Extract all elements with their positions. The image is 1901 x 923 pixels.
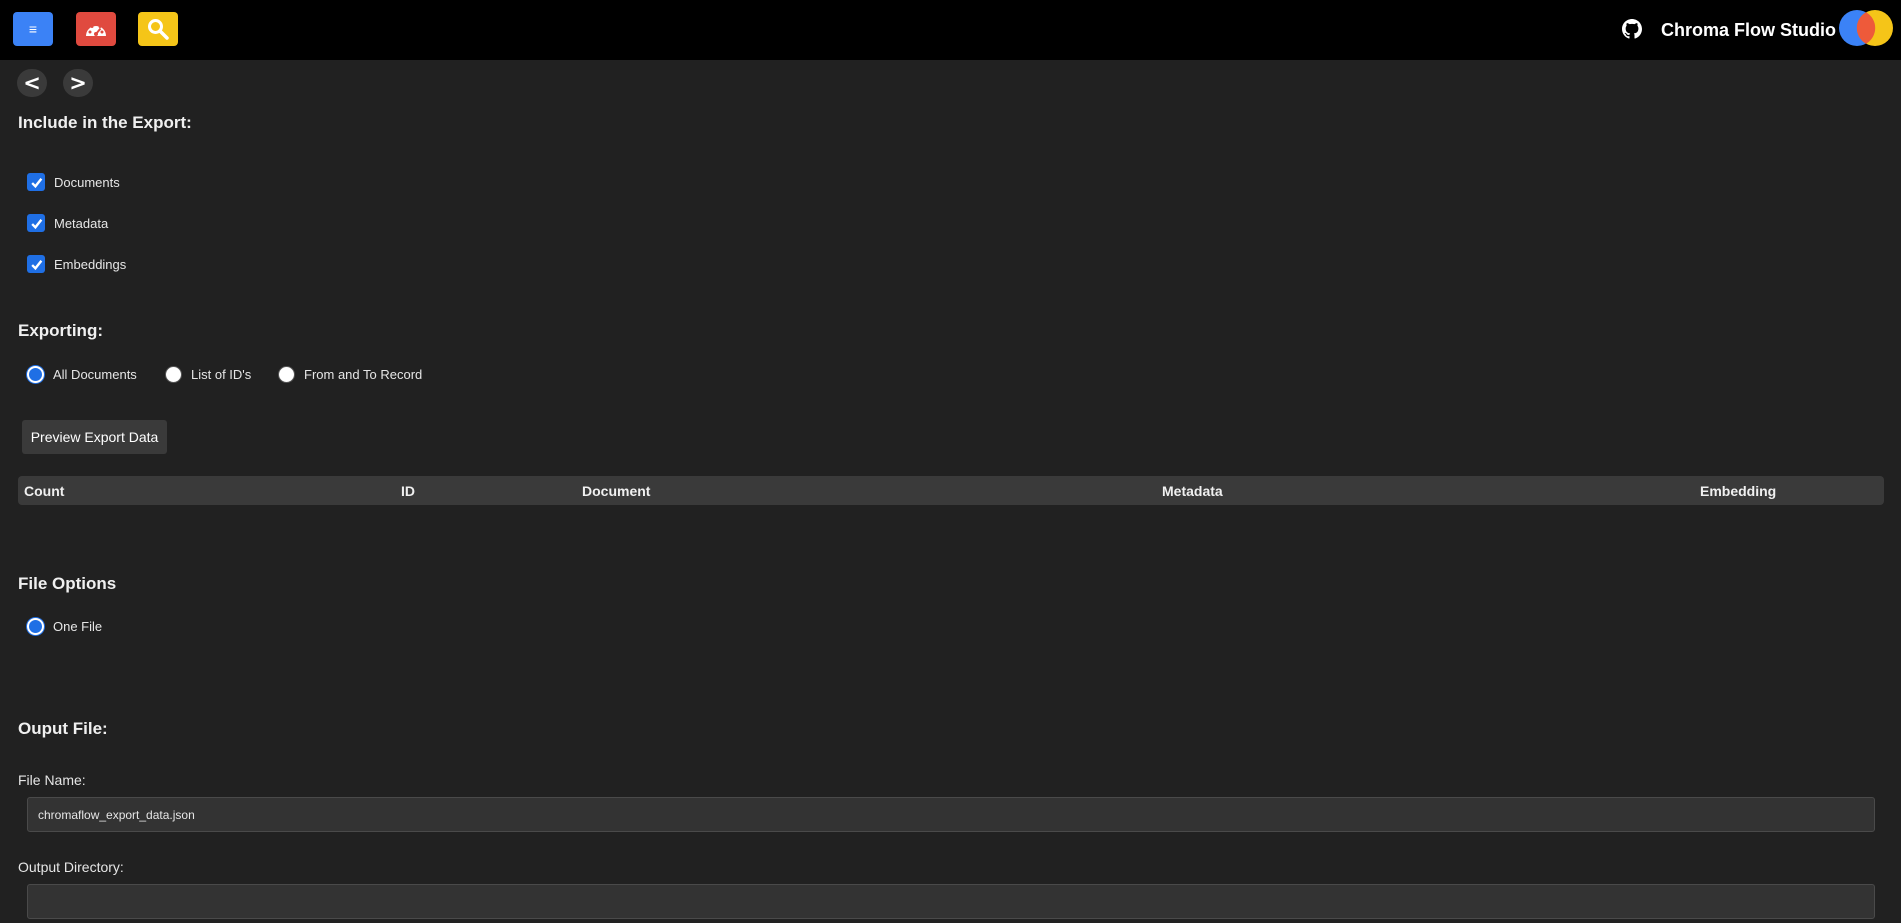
file-name-label: File Name: — [18, 772, 86, 788]
metadata-checkbox[interactable] — [27, 214, 45, 232]
top-bar: ≡ Chroma Flow Studio — [0, 0, 1901, 60]
check-icon — [30, 259, 42, 270]
github-icon[interactable] — [1622, 19, 1642, 39]
app-title: Chroma Flow Studio — [1661, 20, 1836, 40]
exporting-heading: Exporting: — [18, 321, 103, 340]
file-name-input[interactable]: chromaflow_export_data.json — [27, 797, 1875, 832]
documents-checkbox-row[interactable]: Documents — [27, 173, 120, 191]
column-header-embedding[interactable]: Embedding — [1700, 483, 1776, 499]
output-directory-input[interactable] — [27, 884, 1875, 919]
search-icon — [148, 19, 169, 40]
metadata-checkbox-row[interactable]: Metadata — [27, 214, 108, 232]
column-header-count[interactable]: Count — [24, 483, 64, 499]
dashboard-icon — [86, 23, 106, 36]
embeddings-checkbox[interactable] — [27, 255, 45, 273]
check-icon — [30, 218, 42, 229]
preview-export-button[interactable]: Preview Export Data — [22, 420, 167, 454]
menu-button[interactable]: ≡ — [13, 12, 53, 46]
file-options-heading: File Options — [18, 574, 117, 593]
check-icon — [30, 177, 42, 188]
embeddings-label: Embeddings — [54, 256, 127, 272]
forward-button[interactable]: > — [63, 69, 93, 97]
dashboard-button[interactable] — [76, 12, 116, 46]
forward-icon: > — [69, 71, 87, 95]
output-directory-label: Output Directory: — [18, 859, 124, 875]
one-file-label: One File — [53, 619, 103, 634]
list-of-ids-radio[interactable] — [165, 366, 182, 383]
list-of-ids-label: List of ID's — [191, 367, 252, 382]
file-name-value: chromaflow_export_data.json — [38, 807, 195, 822]
all-documents-label: All Documents — [53, 367, 137, 382]
from-to-record-radio-row[interactable]: From and To Record — [278, 366, 422, 383]
column-header-metadata[interactable]: Metadata — [1162, 483, 1223, 499]
back-button[interactable]: < — [17, 69, 47, 97]
menu-icon: ≡ — [28, 21, 38, 37]
column-header-document[interactable]: Document — [582, 483, 650, 499]
metadata-label: Metadata — [54, 215, 109, 231]
embeddings-checkbox-row[interactable]: Embeddings — [27, 255, 126, 273]
column-header-id[interactable]: ID — [401, 483, 415, 499]
back-icon: < — [23, 71, 41, 95]
search-button[interactable] — [138, 12, 178, 46]
output-file-heading: Ouput File: — [18, 719, 108, 738]
include-heading: Include in the Export: — [18, 113, 192, 132]
list-of-ids-radio-row[interactable]: List of ID's — [165, 366, 251, 383]
one-file-radio[interactable] — [27, 618, 44, 635]
logo — [1839, 10, 1893, 46]
preview-table-header: Count ID Document Metadata Embedding — [18, 476, 1884, 505]
from-to-record-label: From and To Record — [304, 367, 423, 382]
documents-checkbox[interactable] — [27, 173, 45, 191]
one-file-radio-row[interactable]: One File — [27, 618, 102, 635]
all-documents-radio-row[interactable]: All Documents — [27, 366, 137, 383]
documents-label: Documents — [54, 174, 120, 190]
from-to-record-radio[interactable] — [278, 366, 295, 383]
all-documents-radio[interactable] — [27, 366, 44, 383]
